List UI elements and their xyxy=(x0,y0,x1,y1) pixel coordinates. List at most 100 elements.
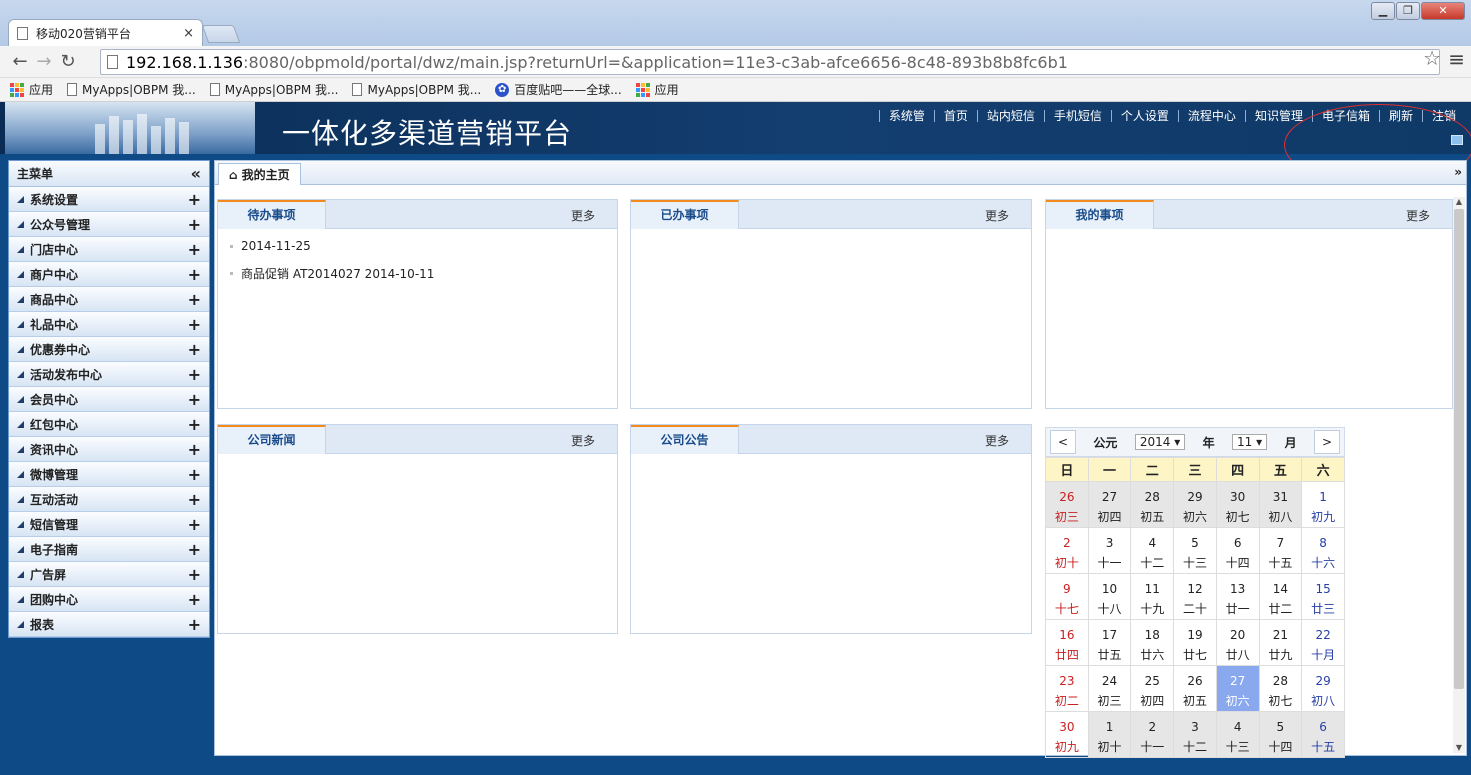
calendar-day[interactable]: 21 廿九 xyxy=(1258,619,1303,666)
next-month-button[interactable]: > xyxy=(1314,430,1340,454)
calendar-day[interactable]: 16 廿四 xyxy=(1045,619,1089,666)
sidebar-item[interactable]: 短信管理 + xyxy=(9,512,209,537)
sidebar-item[interactable]: 广告屏 + xyxy=(9,562,209,587)
calendar-day[interactable]: 20 廿八 xyxy=(1215,619,1260,666)
calendar-day[interactable]: 18 廿六 xyxy=(1130,619,1175,666)
tab-home[interactable]: ⌂ 我的主页 xyxy=(218,163,301,185)
bookmark-apps-2[interactable]: 应用 xyxy=(635,81,679,98)
sidebar-item[interactable]: 会员中心 + xyxy=(9,387,209,412)
expand-plus-icon[interactable]: + xyxy=(188,540,201,559)
expand-plus-icon[interactable]: + xyxy=(188,615,201,634)
calendar-day[interactable]: 22 十月 xyxy=(1301,619,1345,666)
calendar-day[interactable]: 23 初二 xyxy=(1045,665,1089,712)
nav-process-center[interactable]: 流程中心 xyxy=(1177,110,1245,122)
expand-plus-icon[interactable]: + xyxy=(188,390,201,409)
calendar-day[interactable]: 1 初九 xyxy=(1301,481,1345,528)
sidebar-item[interactable]: 公众号管理 + xyxy=(9,212,209,237)
calendar-day[interactable]: 28 初七 xyxy=(1258,665,1303,712)
expand-plus-icon[interactable]: + xyxy=(188,465,201,484)
prev-month-button[interactable]: < xyxy=(1050,430,1076,454)
list-item[interactable]: 商品促销 AT2014027 2014-10-11 xyxy=(230,265,607,282)
calendar-day[interactable]: 4 十二 xyxy=(1130,527,1175,574)
expand-plus-icon[interactable]: + xyxy=(188,415,201,434)
expand-plus-icon[interactable]: + xyxy=(188,215,201,234)
nav-sms[interactable]: 手机短信 xyxy=(1043,110,1111,122)
browser-tab[interactable]: 移动020营销平台 × xyxy=(8,19,203,46)
more-link[interactable]: 更多 xyxy=(985,432,1009,449)
scroll-down-icon[interactable]: ▼ xyxy=(1453,743,1465,753)
bookmark-star-icon[interactable]: ☆ xyxy=(1423,46,1441,70)
calendar-day[interactable]: 7 十五 xyxy=(1258,527,1303,574)
calendar-day[interactable]: 13 廿一 xyxy=(1215,573,1260,620)
expand-down-icon[interactable]: » xyxy=(1454,165,1462,179)
calendar-day[interactable]: 27 初六 xyxy=(1215,665,1260,712)
expand-plus-icon[interactable]: + xyxy=(188,240,201,259)
nav-home[interactable]: 首页 xyxy=(933,110,977,122)
close-window-icon[interactable]: ✕ xyxy=(1421,2,1465,20)
calendar-day[interactable]: 2 初十 xyxy=(1045,527,1089,574)
sidebar-item[interactable]: 红包中心 + xyxy=(9,412,209,437)
sidebar-item[interactable]: 微博管理 + xyxy=(9,462,209,487)
more-link[interactable]: 更多 xyxy=(571,432,595,449)
calendar-day[interactable]: 3 十二 xyxy=(1173,711,1217,758)
calendar-day[interactable]: 29 初八 xyxy=(1301,665,1345,712)
calendar-day[interactable]: 26 初三 xyxy=(1045,481,1089,528)
sidebar-item[interactable]: 互动活动 + xyxy=(9,487,209,512)
new-tab-button[interactable] xyxy=(201,25,241,43)
tab-close-icon[interactable]: × xyxy=(183,26,194,41)
sidebar-item[interactable]: 团购中心 + xyxy=(9,587,209,612)
calendar-day[interactable]: 14 廿二 xyxy=(1258,573,1303,620)
sidebar-item[interactable]: 系统设置 + xyxy=(9,187,209,212)
sidebar-item[interactable]: 电子指南 + xyxy=(9,537,209,562)
calendar-day[interactable]: 8 十六 xyxy=(1301,527,1345,574)
expand-plus-icon[interactable]: + xyxy=(188,590,201,609)
calendar-day[interactable]: 11 十九 xyxy=(1130,573,1175,620)
calendar-day[interactable]: 31 初八 xyxy=(1258,481,1303,528)
forward-icon[interactable]: → xyxy=(32,51,56,72)
year-select[interactable]: 2014 ▾ xyxy=(1134,434,1186,450)
calendar-day[interactable]: 15 廿三 xyxy=(1301,573,1345,620)
sidebar-item[interactable]: 优惠券中心 + xyxy=(9,337,209,362)
menu-icon[interactable]: ≡ xyxy=(1448,47,1465,71)
more-link[interactable]: 更多 xyxy=(985,207,1009,224)
calendar-day[interactable]: 9 十七 xyxy=(1045,573,1089,620)
expand-plus-icon[interactable]: + xyxy=(188,365,201,384)
address-bar[interactable]: 192.168.1.136:8080/obpmold/portal/dwz/ma… xyxy=(100,49,1440,75)
calendar-day[interactable]: 2 十一 xyxy=(1130,711,1175,758)
collapse-icon[interactable]: « xyxy=(191,164,201,183)
calendar-day[interactable]: 5 十三 xyxy=(1173,527,1217,574)
bookmark-apps[interactable]: 应用 xyxy=(10,81,53,98)
calendar-day[interactable]: 6 十五 xyxy=(1301,711,1345,758)
bookmark-myapps-3[interactable]: MyApps|OBPM 我... xyxy=(352,81,481,98)
sidebar-item[interactable]: 门店中心 + xyxy=(9,237,209,262)
nav-system[interactable]: 系统管 xyxy=(878,110,934,122)
calendar-day[interactable]: 30 初九 xyxy=(1045,711,1089,758)
scroll-up-icon[interactable]: ▲ xyxy=(1453,197,1465,207)
more-link[interactable]: 更多 xyxy=(571,207,595,224)
expand-plus-icon[interactable]: + xyxy=(188,565,201,584)
sidebar-item[interactable]: 报表 + xyxy=(9,612,209,637)
sidebar-item[interactable]: 礼品中心 + xyxy=(9,312,209,337)
calendar-day[interactable]: 6 十四 xyxy=(1215,527,1260,574)
back-icon[interactable]: ← xyxy=(8,51,32,72)
bookmark-baidu-tieba[interactable]: ✿ 百度贴吧——全球... xyxy=(495,81,622,98)
calendar-day[interactable]: 1 初十 xyxy=(1087,711,1132,758)
calendar-day[interactable]: 4 十三 xyxy=(1215,711,1260,758)
vertical-scrollbar[interactable]: ▲ ▼ xyxy=(1453,197,1465,753)
bookmark-myapps-1[interactable]: MyApps|OBPM 我... xyxy=(67,81,196,98)
expand-plus-icon[interactable]: + xyxy=(188,340,201,359)
scrollbar-thumb[interactable] xyxy=(1454,209,1464,689)
expand-plus-icon[interactable]: + xyxy=(188,515,201,534)
calendar-day[interactable]: 17 廿五 xyxy=(1087,619,1132,666)
month-select[interactable]: 11 ▾ xyxy=(1232,434,1268,450)
nav-personal-settings[interactable]: 个人设置 xyxy=(1110,110,1178,122)
reload-icon[interactable]: ↻ xyxy=(56,51,80,72)
calendar-day[interactable]: 12 二十 xyxy=(1173,573,1217,620)
expand-plus-icon[interactable]: + xyxy=(188,315,201,334)
calendar-day[interactable]: 5 十四 xyxy=(1258,711,1303,758)
sidebar-item[interactable]: 商品中心 + xyxy=(9,287,209,312)
more-link[interactable]: 更多 xyxy=(1406,207,1430,224)
bookmark-myapps-2[interactable]: MyApps|OBPM 我... xyxy=(209,81,338,98)
list-item[interactable]: 2014-11-25 xyxy=(230,239,607,253)
calendar-day[interactable]: 30 初七 xyxy=(1215,481,1260,528)
